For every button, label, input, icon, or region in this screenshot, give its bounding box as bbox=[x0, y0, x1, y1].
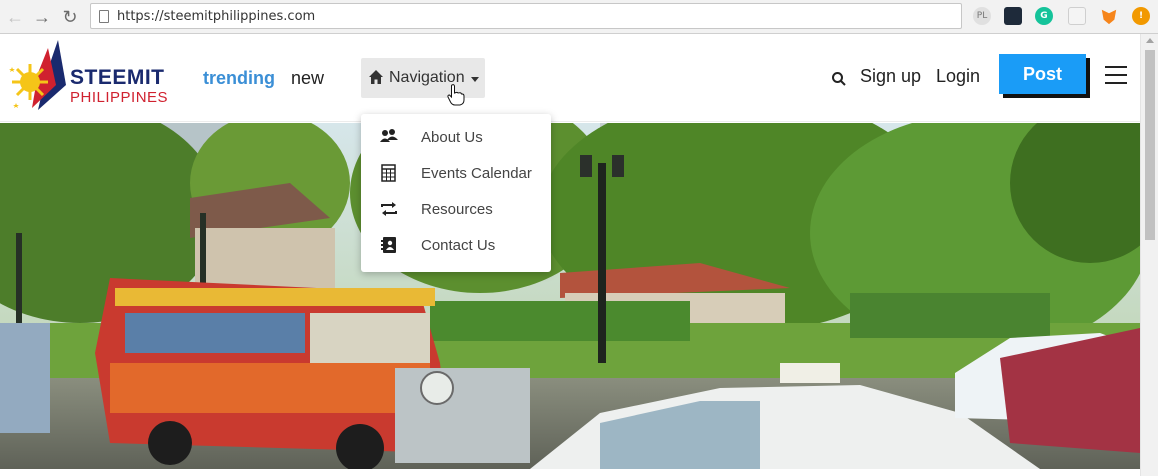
retweet-icon bbox=[381, 202, 397, 216]
sign-up-link[interactable]: Sign up bbox=[860, 66, 921, 87]
extension-dark-icon[interactable] bbox=[1004, 7, 1022, 25]
manila-street-photo bbox=[0, 123, 1140, 469]
dropdown-item-resources[interactable]: Resources bbox=[361, 191, 551, 227]
dropdown-item-events-calendar[interactable]: Events Calendar bbox=[361, 155, 551, 191]
extension-blank-icon[interactable] bbox=[1068, 7, 1086, 25]
navigation-menu-button[interactable]: Navigation bbox=[361, 58, 485, 98]
login-link[interactable]: Login bbox=[936, 66, 980, 87]
caret-down-icon bbox=[471, 77, 479, 82]
home-icon bbox=[369, 70, 383, 84]
logo-philippines-text: PHILIPPINES bbox=[70, 89, 169, 106]
extension-pl-icon[interactable]: PL bbox=[973, 7, 991, 25]
back-arrow-icon[interactable]: ← bbox=[4, 6, 26, 28]
web-page: STEEMIT PHILIPPINES trending new Navigat… bbox=[0, 34, 1140, 476]
dropdown-item-about-us[interactable]: About Us bbox=[361, 119, 551, 155]
page-icon bbox=[99, 10, 109, 23]
search-icon[interactable] bbox=[831, 71, 847, 87]
dropdown-item-label: Events Calendar bbox=[421, 165, 532, 182]
navigation-dropdown: About Us Events Calendar Resources Conta… bbox=[361, 114, 551, 272]
dropdown-item-label: Resources bbox=[421, 201, 493, 218]
hand-pointer-cursor-icon bbox=[447, 84, 465, 106]
logo-steemit-text: STEEMIT bbox=[70, 66, 165, 89]
philippine-sun-logo-icon bbox=[9, 40, 66, 110]
dropdown-item-contact-us[interactable]: Contact Us bbox=[361, 227, 551, 263]
vertical-scrollbar[interactable] bbox=[1140, 34, 1158, 476]
scroll-up-arrow-icon[interactable] bbox=[1146, 38, 1154, 43]
post-button[interactable]: Post bbox=[999, 54, 1086, 94]
nav-new-link[interactable]: new bbox=[291, 68, 324, 89]
browser-toolbar: ← → ↻ https://steemitphilippines.com PL … bbox=[0, 0, 1158, 34]
dropdown-item-label: Contact Us bbox=[421, 237, 496, 254]
address-bar[interactable]: https://steemitphilippines.com bbox=[90, 3, 962, 29]
steemit-philippines-logo[interactable]: STEEMIT PHILIPPINES bbox=[8, 40, 178, 112]
contact-book-icon bbox=[381, 237, 396, 253]
scrollbar-thumb[interactable] bbox=[1145, 50, 1155, 240]
alert-icon[interactable]: ! bbox=[1132, 7, 1150, 25]
reload-icon[interactable]: ↻ bbox=[59, 6, 81, 28]
url-text[interactable]: https://steemitphilippines.com bbox=[117, 9, 315, 24]
dropdown-item-label: About Us bbox=[421, 129, 483, 146]
hero-image bbox=[0, 123, 1140, 469]
metamask-fox-icon[interactable] bbox=[1101, 9, 1117, 25]
users-icon bbox=[380, 129, 398, 142]
forward-arrow-icon[interactable]: → bbox=[31, 6, 53, 28]
calendar-icon bbox=[381, 164, 396, 182]
site-header: STEEMIT PHILIPPINES trending new Navigat… bbox=[0, 34, 1140, 122]
nav-trending-link[interactable]: trending bbox=[203, 68, 275, 89]
hamburger-menu-icon[interactable] bbox=[1105, 66, 1127, 84]
grammarly-icon[interactable]: G bbox=[1035, 7, 1053, 25]
